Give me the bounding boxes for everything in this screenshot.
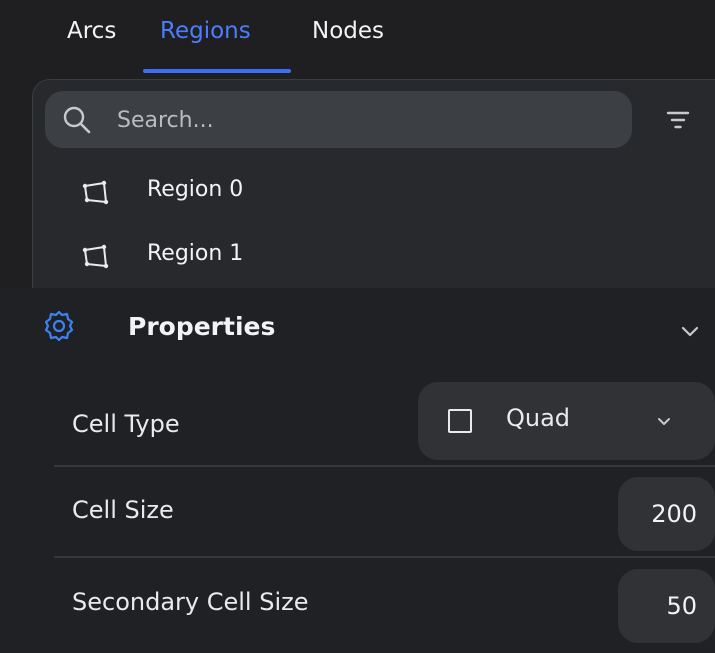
- properties-header[interactable]: Properties: [18, 288, 715, 376]
- tab-bar: Arcs Regions Nodes: [0, 0, 715, 78]
- cell-size-label: Cell Size: [72, 496, 174, 524]
- properties-title: Properties: [128, 312, 276, 341]
- cell-type-value: Quad: [506, 404, 571, 432]
- tab-arcs[interactable]: Arcs: [67, 18, 116, 44]
- search-icon: [61, 104, 93, 136]
- divider: [54, 465, 715, 467]
- properties-panel: Properties Cell Type Quad Cell Size 200 …: [18, 288, 715, 653]
- search-bar: [45, 91, 632, 150]
- cell-type-label: Cell Type: [72, 410, 180, 438]
- tab-regions[interactable]: Regions: [160, 18, 251, 44]
- secondary-cell-size-input[interactable]: 50: [618, 569, 715, 643]
- polygon-icon: [80, 178, 110, 208]
- chevron-down-icon[interactable]: [678, 319, 702, 343]
- search-input[interactable]: [115, 91, 619, 150]
- region-label: Region 1: [147, 241, 244, 266]
- region-label: Region 0: [147, 177, 244, 202]
- filter-icon[interactable]: [664, 106, 692, 134]
- divider: [54, 556, 715, 558]
- chevron-down-icon: [654, 411, 674, 431]
- tab-nodes[interactable]: Nodes: [312, 18, 384, 44]
- active-tab-indicator: [143, 69, 291, 73]
- region-list-item[interactable]: Region 1: [70, 232, 670, 282]
- secondary-cell-size-label: Secondary Cell Size: [72, 588, 309, 616]
- gear-icon: [42, 309, 76, 343]
- regions-panel-container: Arcs Regions Nodes Region 0: [0, 0, 715, 321]
- polygon-icon: [80, 242, 110, 272]
- region-list-item[interactable]: Region 0: [70, 168, 670, 218]
- square-icon: [448, 409, 472, 433]
- cell-type-select[interactable]: Quad: [418, 382, 715, 460]
- cell-size-input[interactable]: 200: [618, 477, 715, 551]
- secondary-cell-size-row: Secondary Cell Size: [18, 560, 715, 650]
- cell-size-row: Cell Size: [18, 468, 715, 558]
